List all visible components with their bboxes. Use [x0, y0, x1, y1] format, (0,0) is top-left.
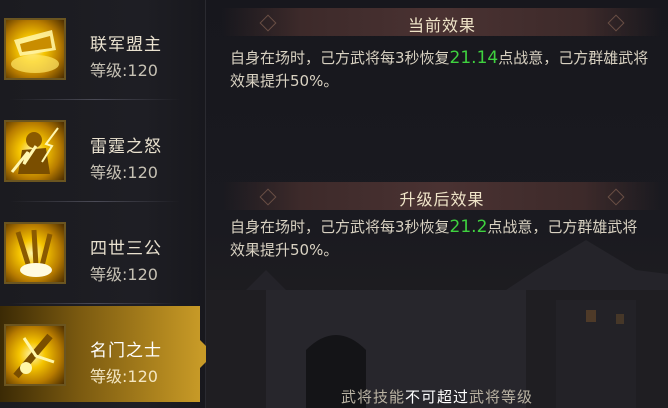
skill-name: 联军盟主 [90, 35, 162, 55]
upgrade-effect-description: 自身在场时，己方武将每3秒恢复21.2点战意，己方群雄武将效果提升50%。 [230, 216, 650, 262]
divider [10, 99, 180, 100]
upgrade-effect-title: 升级后效果 [399, 190, 485, 209]
upgrade-effect-header: 升级后效果 [222, 182, 662, 210]
skill-level: 等级:120 [90, 367, 158, 386]
note-text: 武将技能 [340, 388, 405, 406]
skill-name: 四世三公 [90, 239, 162, 259]
skill-item-mingmen[interactable]: 名门之士 等级:120 [0, 306, 214, 402]
desc-text: 自身在场时，己方武将每3秒恢复 [230, 49, 450, 67]
skill-detail-panel: 当前效果 自身在场时，己方武将每3秒恢复21.14点战意，己方群雄武将效果提升5… [206, 0, 668, 408]
current-effect-header: 当前效果 [222, 8, 662, 36]
note-highlight: 不可超过 [404, 388, 469, 406]
skill-list: 联军盟主 等级:120 雷霆之怒 等级:120 四世三公 等级:120 名门之士… [0, 0, 214, 408]
skill-level: 等级:120 [90, 163, 158, 182]
skill-icon-noble-sword [4, 324, 66, 386]
skill-level-note: 武将技能不可超过武将等级 [206, 386, 668, 407]
current-effect-title: 当前效果 [407, 16, 476, 35]
skill-item-leiting[interactable]: 雷霆之怒 等级:120 [0, 102, 205, 198]
divider [10, 201, 180, 202]
current-effect-description: 自身在场时，己方武将每3秒恢复21.14点战意，己方群雄武将效果提升50%。 [230, 47, 650, 93]
skill-item-lianjun[interactable]: 联军盟主 等级:120 [0, 0, 205, 96]
skill-icon-golden-shield [4, 18, 66, 80]
note-text: 武将等级 [469, 388, 534, 406]
skill-name: 名门之士 [90, 341, 162, 361]
skill-icon-scepters [4, 222, 66, 284]
skill-icon-thunder-warrior [4, 120, 66, 182]
divider [10, 303, 180, 304]
skill-name: 雷霆之怒 [90, 137, 162, 157]
skill-level: 等级:120 [90, 61, 158, 80]
desc-value: 21.2 [449, 217, 488, 237]
skill-level: 等级:120 [90, 265, 158, 284]
skill-item-sishi[interactable]: 四世三公 等级:120 [0, 204, 205, 300]
desc-value: 21.14 [449, 48, 499, 68]
desc-text: 自身在场时，己方武将每3秒恢复 [230, 218, 450, 236]
